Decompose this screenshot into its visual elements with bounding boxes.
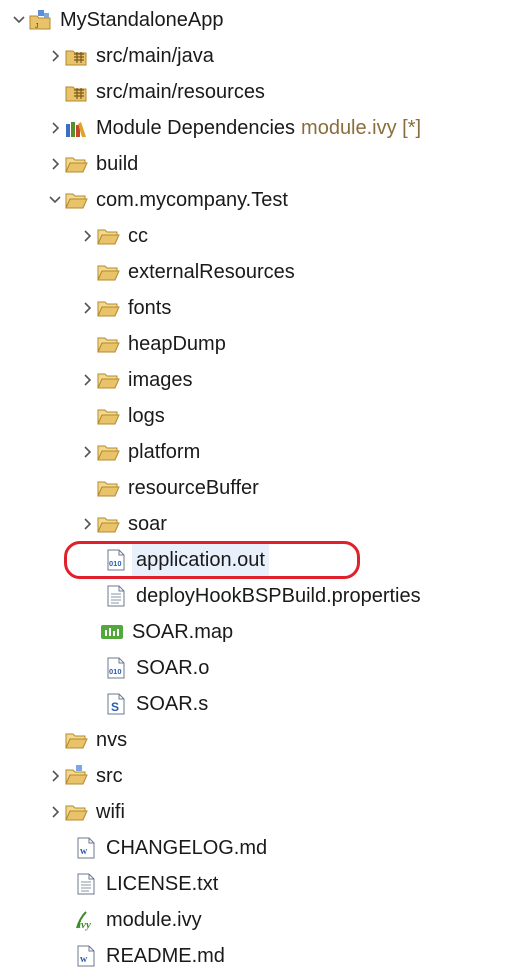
tree-item-label: README.md <box>106 945 225 967</box>
chevron-right-icon[interactable] <box>46 759 64 793</box>
tree-item-resource-buffer[interactable]: resourceBuffer <box>96 471 259 505</box>
folder-icon <box>96 404 120 428</box>
folder-icon <box>96 224 120 248</box>
tree-item-label: logs <box>128 405 165 427</box>
chevron-right-icon[interactable] <box>78 291 96 325</box>
tree-item-label: images <box>128 369 193 391</box>
map-file-icon <box>100 620 124 644</box>
tree-item-label: SOAR.s <box>136 693 209 715</box>
svg-text:w: w <box>80 846 88 857</box>
chevron-right-icon[interactable] <box>46 111 64 145</box>
chevron-right-icon[interactable] <box>46 39 64 73</box>
chevron-right-icon[interactable] <box>78 219 96 253</box>
chevron-down-icon[interactable] <box>10 3 28 37</box>
tree-item-module-dependencies[interactable]: Module Dependencies module.ivy [*] <box>46 111 421 145</box>
tree-item-label: heapDump <box>128 333 226 355</box>
source-folder-icon <box>64 80 88 104</box>
tree-item-label: LICENSE.txt <box>106 873 219 895</box>
chevron-right-icon[interactable] <box>78 435 96 469</box>
tree-item-deploy-hook[interactable]: deployHookBSPBuild.properties <box>104 579 421 613</box>
tree-item-soar-o[interactable]: 010 SOAR.o <box>104 651 209 685</box>
folder-icon <box>64 728 88 752</box>
tree-item-license[interactable]: LICENSE.txt <box>74 867 218 901</box>
folder-icon <box>64 188 88 212</box>
tree-item-fonts[interactable]: fonts <box>78 291 171 325</box>
tree-item-label: fonts <box>128 297 172 319</box>
tree-item-label: src <box>96 765 123 787</box>
tree-item-label: CHANGELOG.md <box>106 837 268 859</box>
tree-item-logs[interactable]: logs <box>96 399 165 433</box>
ivy-file-icon: ivy <box>74 908 98 932</box>
tree-item-label: wifi <box>96 801 125 823</box>
tree-item-label: nvs <box>96 729 128 751</box>
folder-icon <box>96 296 120 320</box>
tree-item-heap-dump[interactable]: heapDump <box>96 327 226 361</box>
chevron-right-icon[interactable] <box>46 147 64 181</box>
tree-item-label: cc <box>128 225 148 247</box>
tree-item-soar[interactable]: soar <box>78 507 167 541</box>
folder-icon <box>64 152 88 176</box>
tree-item-label: src/main/java <box>96 45 214 67</box>
markdown-file-icon: w <box>74 944 98 968</box>
svg-text:S: S <box>111 700 119 714</box>
tree-item-images[interactable]: images <box>78 363 192 397</box>
tree-item-readme[interactable]: w README.md <box>74 939 225 973</box>
tree-item-soar-map[interactable]: SOAR.map <box>100 615 233 649</box>
tree-item-decoration: module.ivy [*] <box>301 117 422 139</box>
highlight-annotation <box>64 541 360 579</box>
source-folder-icon <box>64 44 88 68</box>
tree-item-build[interactable]: build <box>46 147 138 181</box>
svg-text:J: J <box>35 23 39 30</box>
tree-item-src-main-resources[interactable]: src/main/resources <box>64 75 265 109</box>
folder-icon <box>96 512 120 536</box>
tree-item-label: resourceBuffer <box>128 477 259 499</box>
tree-item-changelog[interactable]: w CHANGELOG.md <box>74 831 267 865</box>
svg-text:ivy: ivy <box>78 919 91 931</box>
tree-item-label: deployHookBSPBuild.properties <box>136 585 421 607</box>
tree-item-external-resources[interactable]: externalResources <box>96 255 295 289</box>
svg-text:w: w <box>80 954 88 965</box>
tree-item-label: Module Dependencies <box>96 117 296 139</box>
tree-item-label: platform <box>128 441 201 463</box>
chevron-right-icon[interactable] <box>46 795 64 829</box>
assembly-file-icon: S <box>104 692 128 716</box>
folder-icon <box>96 368 120 392</box>
tree-item-src[interactable]: src <box>46 759 123 793</box>
tree-item-cc[interactable]: cc <box>78 219 148 253</box>
folder-icon <box>96 332 120 356</box>
project-explorer-tree: J MyStandaloneApp src/main/java src/main… <box>0 0 505 972</box>
tree-item-soar-s[interactable]: S SOAR.s <box>104 687 208 721</box>
project-icon: J <box>28 8 52 32</box>
tree-item-wifi[interactable]: wifi <box>46 795 125 829</box>
tree-item-nvs[interactable]: nvs <box>64 723 127 757</box>
text-file-icon <box>104 584 128 608</box>
tree-item-module-ivy[interactable]: ivy module.ivy <box>74 903 202 937</box>
folder-icon <box>96 260 120 284</box>
chevron-down-icon[interactable] <box>46 183 64 217</box>
folder-icon <box>64 800 88 824</box>
tree-item-label: module.ivy <box>106 909 202 931</box>
tree-item-project[interactable]: J MyStandaloneApp <box>10 3 223 37</box>
tree-item-com-mycompany-test[interactable]: com.mycompany.Test <box>46 183 288 217</box>
tree-item-label: externalResources <box>128 261 295 283</box>
folder-icon <box>96 440 120 464</box>
chevron-right-icon[interactable] <box>78 363 96 397</box>
tree-item-label: soar <box>128 513 167 535</box>
chevron-right-icon[interactable] <box>78 507 96 541</box>
library-icon <box>64 116 88 140</box>
markdown-file-icon: w <box>74 836 98 860</box>
tree-item-label: build <box>96 153 139 175</box>
tree-item-src-main-java[interactable]: src/main/java <box>46 39 214 73</box>
tree-item-label: MyStandaloneApp <box>60 9 224 31</box>
tree-item-platform[interactable]: platform <box>78 435 200 469</box>
folder-icon <box>96 476 120 500</box>
tree-item-label: SOAR.o <box>136 657 210 679</box>
tree-item-label: src/main/resources <box>96 81 265 103</box>
tree-item-label: com.mycompany.Test <box>96 189 288 211</box>
text-file-icon <box>74 872 98 896</box>
source-folder-icon <box>64 764 88 788</box>
svg-text:010: 010 <box>109 667 122 676</box>
binary-file-icon: 010 <box>104 656 128 680</box>
tree-item-label: SOAR.map <box>132 621 234 643</box>
